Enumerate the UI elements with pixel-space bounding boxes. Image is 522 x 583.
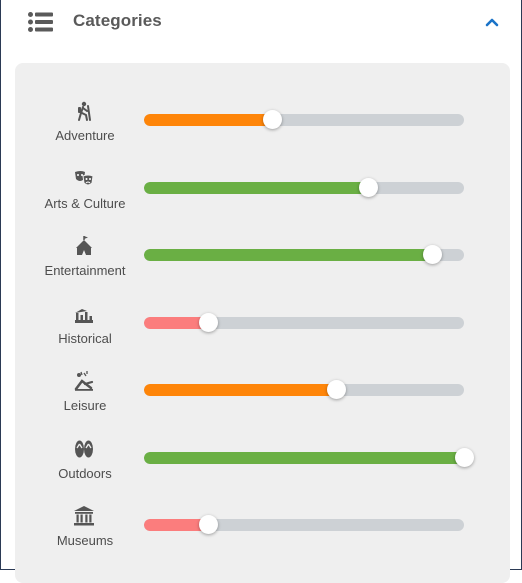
slider-thumb[interactable] bbox=[198, 312, 218, 332]
category-label: Outdoors bbox=[58, 465, 112, 481]
page-title: Categories bbox=[73, 11, 162, 30]
category-label: Historical bbox=[58, 330, 112, 346]
beach-chair-icon bbox=[73, 370, 95, 392]
slider-thumb[interactable] bbox=[454, 447, 474, 467]
slider-thumb[interactable] bbox=[198, 515, 218, 534]
slider-thumb[interactable] bbox=[326, 380, 346, 399]
slider-fill bbox=[144, 249, 432, 261]
slider-track bbox=[144, 519, 464, 531]
category-slider[interactable] bbox=[137, 174, 469, 202]
flip-flops-icon bbox=[73, 438, 95, 460]
category-row: Entertainment bbox=[15, 235, 510, 295]
chevron-up-icon bbox=[485, 18, 499, 27]
slider-thumb[interactable] bbox=[358, 177, 378, 197]
hiker-icon bbox=[73, 100, 95, 122]
category-slider[interactable] bbox=[137, 511, 469, 539]
category-slider[interactable] bbox=[137, 444, 474, 472]
ruins-icon bbox=[73, 303, 95, 325]
slider-fill bbox=[144, 451, 464, 464]
category-sliders-panel: Adventure Arts & Culture Entertainment Hist… bbox=[15, 63, 510, 583]
category-label: Museums bbox=[56, 533, 114, 548]
collapse-button[interactable] bbox=[481, 12, 503, 32]
category-slider[interactable] bbox=[137, 309, 469, 337]
category-label: Adventure bbox=[55, 128, 115, 143]
slider-fill bbox=[144, 181, 368, 194]
category-row: Museums bbox=[15, 505, 510, 565]
category-row: Leisure bbox=[15, 370, 510, 430]
circus-tent-icon bbox=[73, 235, 95, 257]
theater-masks-icon bbox=[73, 168, 95, 190]
slider-fill bbox=[144, 384, 336, 396]
museum-icon bbox=[73, 505, 95, 527]
list-icon bbox=[28, 12, 53, 32]
category-slider[interactable] bbox=[137, 376, 469, 404]
slider-track bbox=[144, 316, 464, 329]
slider-track bbox=[144, 249, 464, 261]
category-row: Arts & Culture bbox=[15, 168, 510, 228]
category-label: Arts & Culture bbox=[44, 195, 126, 211]
slider-track bbox=[144, 384, 464, 396]
category-slider[interactable] bbox=[137, 106, 469, 134]
category-label: Leisure bbox=[63, 398, 107, 413]
category-label: Entertainment bbox=[44, 263, 126, 278]
slider-track bbox=[144, 181, 464, 194]
category-slider[interactable] bbox=[137, 241, 469, 269]
category-row: Outdoors bbox=[15, 438, 510, 498]
categories-widget: Categories Adventure Arts & Culture Entert… bbox=[0, 0, 522, 583]
category-row: Adventure bbox=[15, 100, 510, 160]
category-row: Historical bbox=[15, 303, 510, 363]
categories-header: Categories bbox=[1, 0, 521, 44]
slider-thumb[interactable] bbox=[422, 245, 442, 264]
slider-thumb[interactable] bbox=[262, 110, 282, 129]
slider-track bbox=[144, 114, 464, 126]
slider-fill bbox=[144, 114, 272, 126]
slider-track bbox=[144, 451, 464, 464]
